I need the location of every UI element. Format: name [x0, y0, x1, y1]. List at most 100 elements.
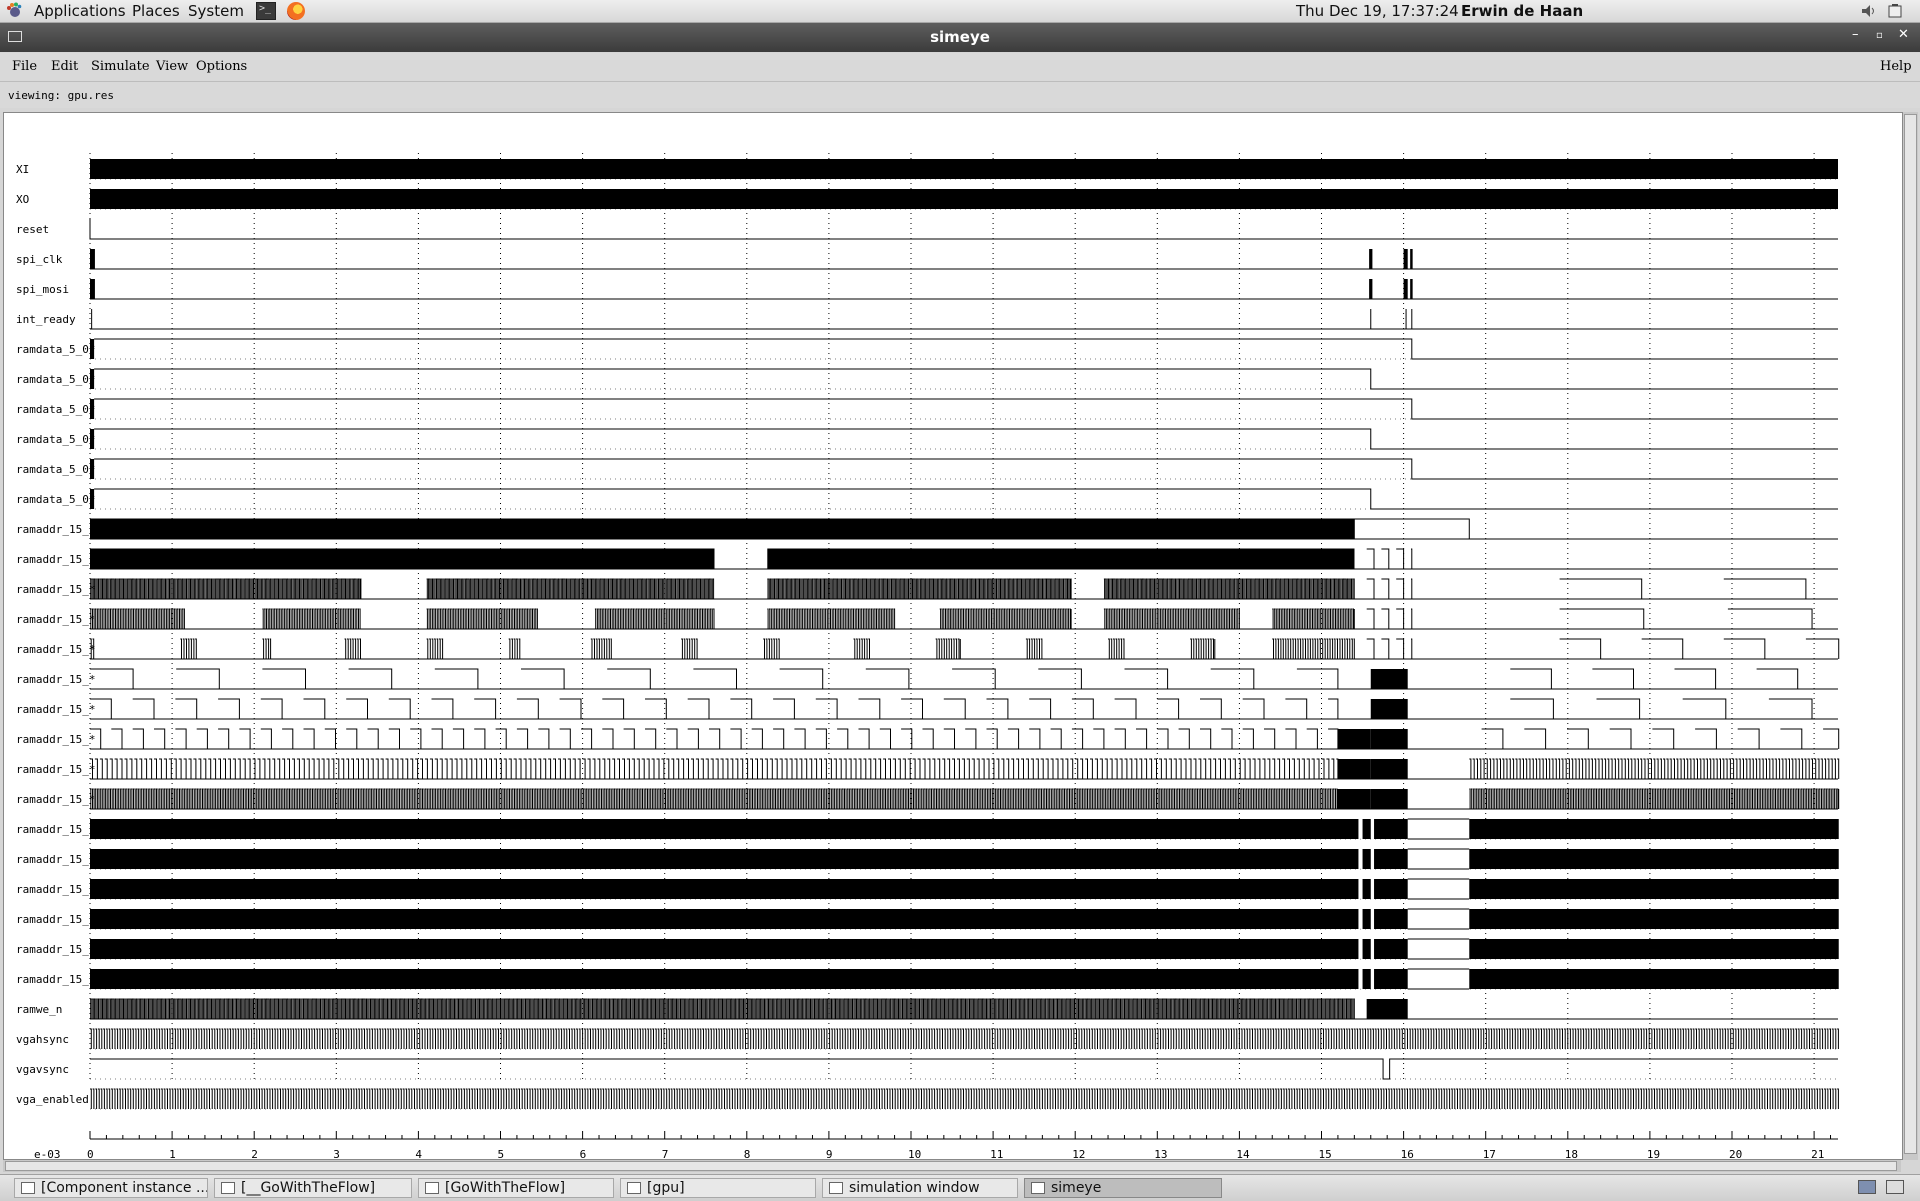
close-icon[interactable]: ✕ [1898, 27, 1909, 42]
task-gowiththeflow-1[interactable]: [__GoWithTheFlow] [214, 1178, 412, 1198]
panel-user[interactable]: Erwin de Haan [1461, 2, 1583, 20]
waveform-canvas[interactable]: XI XO reset spi_clk spi_mosi int_readyramdata… [4, 113, 1902, 1159]
signal-wave[interactable] [90, 998, 1838, 1020]
signal-wave[interactable] [90, 668, 1838, 690]
signal-wave[interactable] [90, 848, 1839, 870]
task-simeye[interactable]: simeye [1024, 1178, 1222, 1198]
signal-wave[interactable] [90, 159, 1838, 180]
signal-wave[interactable] [90, 279, 1838, 300]
signal-label[interactable]: ramaddr_15_* [16, 943, 95, 956]
signal-label[interactable]: ramaddr_15_* [16, 703, 95, 716]
signal-wave[interactable] [90, 968, 1839, 990]
horizontal-scroll-thumb[interactable] [5, 1161, 1897, 1171]
signal-label[interactable]: ramaddr_15_* [16, 553, 95, 566]
menu-edit[interactable]: Edit [51, 59, 78, 74]
signal-wave[interactable] [90, 578, 1838, 600]
volume-icon[interactable] [1860, 3, 1878, 19]
signal-label[interactable]: ramdata_5_0* [16, 343, 95, 356]
signal-wave[interactable] [90, 878, 1839, 900]
horizontal-scrollbar[interactable] [3, 1160, 1901, 1172]
signal-label[interactable]: ramdata_5_0* [16, 403, 95, 416]
signal-label[interactable]: vgahsync [16, 1033, 69, 1046]
signal-label[interactable]: spi_clk [16, 253, 63, 266]
signal-label[interactable]: reset [16, 223, 49, 236]
workspace-1[interactable] [1858, 1180, 1876, 1194]
signal-label[interactable]: ramaddr_15_* [16, 643, 95, 656]
signal-label[interactable]: XO [16, 193, 29, 206]
signal-wave[interactable] [89, 219, 1838, 240]
task-gpu-folder[interactable]: [gpu] [620, 1178, 816, 1198]
minimize-icon[interactable]: – [1852, 27, 1859, 42]
signal-wave[interactable] [90, 548, 1838, 570]
waveform-panel[interactable]: XI XO reset spi_clk spi_mosi int_readyramdata… [3, 112, 1903, 1160]
task-component-instance[interactable]: [Component instance ... [14, 1178, 208, 1198]
signal-wave[interactable] [90, 818, 1839, 840]
system-menu[interactable]: System [188, 2, 244, 20]
window-titlebar[interactable]: simeye – ▫ ✕ [0, 23, 1920, 52]
menu-simulate[interactable]: Simulate [91, 59, 150, 74]
signal-label[interactable]: ramaddr_15_* [16, 883, 95, 896]
signal-wave[interactable] [90, 938, 1839, 960]
signal-label[interactable]: ramaddr_15_* [16, 523, 95, 536]
signal-label[interactable]: ramaddr_15_* [16, 913, 95, 926]
signal-wave[interactable] [90, 1088, 1839, 1110]
firefox-launcher-icon[interactable] [287, 2, 305, 20]
signal-wave[interactable] [90, 728, 1840, 750]
signal-wave[interactable] [90, 189, 1838, 210]
signal-label[interactable]: vgavsync [16, 1063, 69, 1076]
signal-wave[interactable] [90, 309, 1838, 330]
menu-options[interactable]: Options [196, 59, 247, 74]
signal-wave[interactable] [90, 398, 1838, 420]
panel-clock[interactable]: Thu Dec 19, 17:37:24 [1296, 2, 1459, 20]
signal-label[interactable]: ramaddr_15_* [16, 973, 95, 986]
task-gowiththeflow-2[interactable]: [GoWithTheFlow] [418, 1178, 614, 1198]
menu-file[interactable]: File [12, 59, 37, 74]
signal-label[interactable]: int_ready [16, 313, 76, 326]
signal-wave[interactable] [90, 638, 1840, 660]
signal-wave[interactable] [90, 758, 1840, 780]
signal-label[interactable]: ramdata_5_0* [16, 373, 95, 386]
signal-label[interactable]: ramdata_5_0* [16, 463, 95, 476]
axis-tick-label: 0 [87, 1148, 94, 1159]
maximize-icon[interactable]: ▫ [1876, 30, 1883, 41]
task-simulation-window[interactable]: simulation window [822, 1178, 1018, 1198]
signal-wave[interactable] [90, 458, 1838, 480]
signal-wave[interactable] [90, 908, 1839, 930]
menu-help[interactable]: Help [1880, 59, 1912, 74]
signal-label[interactable]: vga_enabled [16, 1093, 89, 1106]
workspace-2[interactable] [1886, 1180, 1904, 1194]
signal-label[interactable]: ramdata_5_0* [16, 433, 95, 446]
signal-wave[interactable] [90, 788, 1840, 810]
signal-label[interactable]: ramaddr_15_* [16, 763, 95, 776]
signal-label[interactable]: ramdata_5_0* [16, 493, 95, 506]
signal-label[interactable]: ramaddr_15_* [16, 673, 95, 686]
signal-wave[interactable] [90, 608, 1838, 630]
signal-label[interactable]: ramaddr_15_* [16, 823, 95, 836]
signal-label[interactable]: XI [16, 163, 29, 176]
signal-label[interactable]: ramaddr_15_* [16, 793, 95, 806]
signal-wave[interactable] [90, 338, 1838, 360]
vertical-scrollbar[interactable] [1903, 112, 1918, 1160]
signal-label[interactable]: ramaddr_15_* [16, 613, 95, 626]
places-menu[interactable]: Places [132, 2, 180, 20]
signal-wave[interactable] [90, 1028, 1839, 1050]
signal-label[interactable]: ramaddr_15_* [16, 583, 95, 596]
signal-label[interactable]: ramwe_n [16, 1003, 62, 1016]
axis-tick-label: 1 [169, 1148, 176, 1159]
signal-label[interactable]: ramaddr_15_* [16, 853, 95, 866]
applications-menu[interactable]: Applications [34, 2, 126, 20]
signal-wave[interactable] [90, 518, 1838, 540]
battery-icon[interactable] [1886, 3, 1904, 19]
signal-wave[interactable] [90, 488, 1838, 510]
signal-label[interactable]: ramaddr_15_* [16, 733, 95, 746]
signal-wave[interactable] [90, 428, 1838, 450]
menu-view[interactable]: View [156, 59, 188, 74]
terminal-launcher-icon[interactable] [256, 2, 276, 20]
signal-wave[interactable] [90, 1058, 1838, 1080]
signal-label[interactable]: spi_mosi [16, 283, 69, 296]
gnome-foot-icon[interactable] [6, 2, 22, 18]
vertical-scroll-thumb[interactable] [1904, 114, 1917, 1154]
signal-wave[interactable] [90, 249, 1838, 270]
signal-wave[interactable] [90, 368, 1838, 390]
signal-wave[interactable] [90, 698, 1838, 720]
